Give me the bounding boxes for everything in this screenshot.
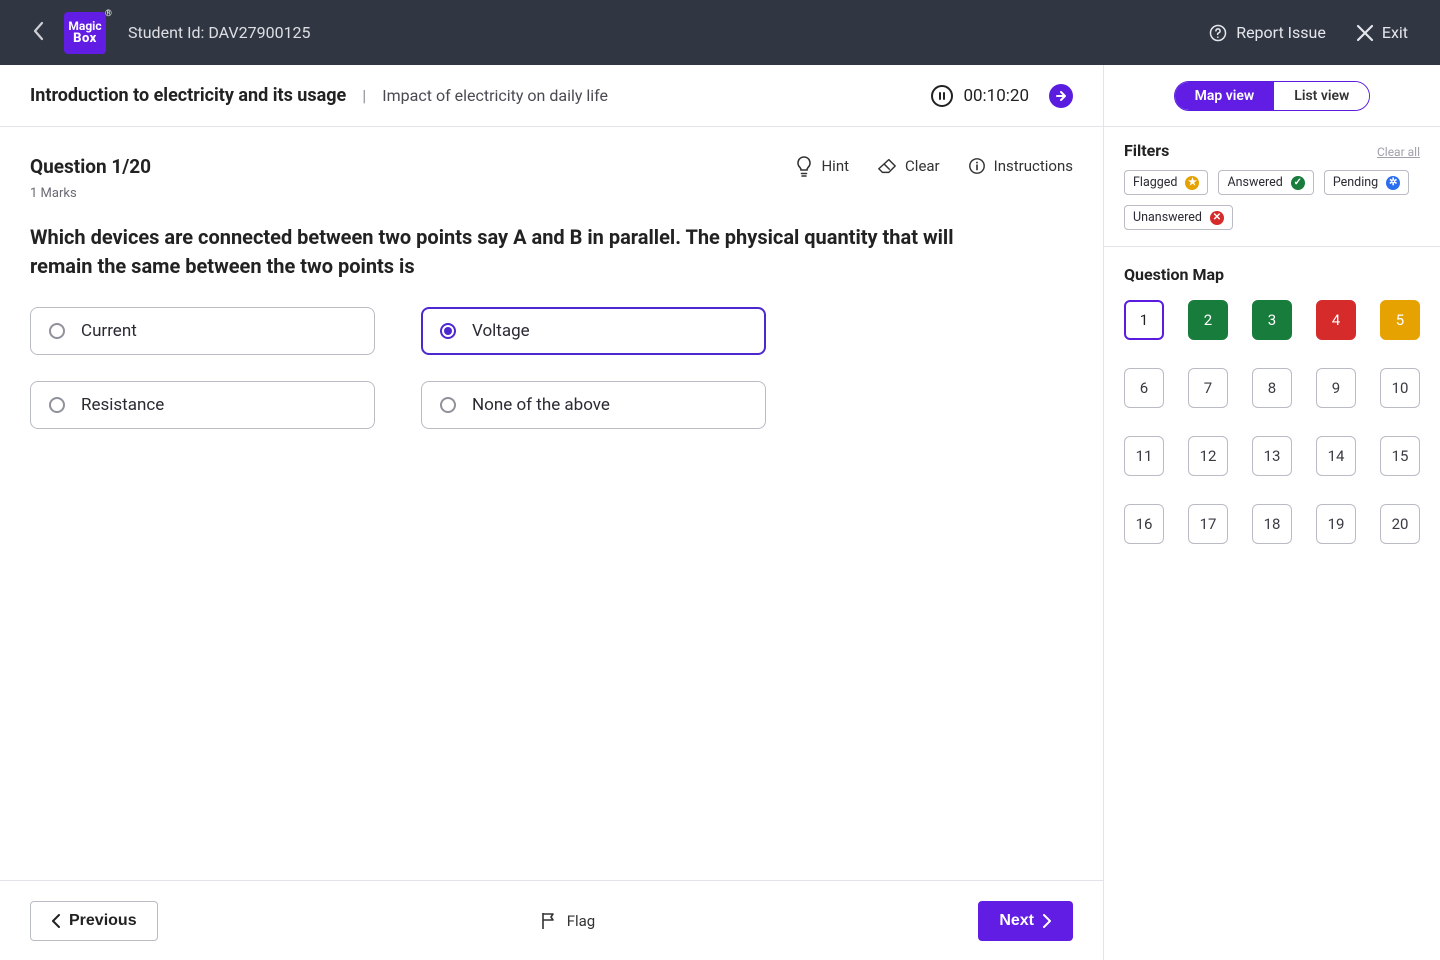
view-toggle: Map view List view bbox=[1174, 81, 1371, 111]
radio-icon bbox=[440, 397, 456, 413]
hint-label: Hint bbox=[821, 157, 849, 175]
brand-logo: Magic Box bbox=[64, 12, 106, 54]
clear-all-filters[interactable]: Clear all bbox=[1377, 145, 1420, 159]
radio-icon bbox=[440, 323, 456, 339]
flagged-dot-icon: ★ bbox=[1185, 176, 1199, 190]
filters-title: Filters bbox=[1124, 141, 1169, 160]
radio-icon bbox=[49, 397, 65, 413]
filters-panel: Filters Clear all Flagged ★ Answered ✓ Pendi… bbox=[1104, 127, 1440, 247]
bulb-icon bbox=[795, 155, 813, 177]
close-icon bbox=[1356, 24, 1374, 42]
sidebar: Map view List view Filters Clear all Fla… bbox=[1104, 65, 1440, 960]
options-grid: Current Voltage Resistance None of the abov… bbox=[30, 307, 1073, 429]
question-cell-2[interactable]: 2 bbox=[1188, 300, 1228, 340]
chevron-left-icon bbox=[32, 20, 46, 42]
option-3[interactable]: Resistance bbox=[30, 381, 375, 429]
option-label: Voltage bbox=[472, 321, 530, 341]
top-bar: Magic Box Student Id: DAV27900125 Report… bbox=[0, 0, 1440, 65]
option-label: None of the above bbox=[472, 395, 610, 415]
arrow-right-icon bbox=[1055, 90, 1067, 102]
content-column: Introduction to electricity and its usag… bbox=[0, 65, 1104, 960]
info-circle-icon bbox=[968, 157, 986, 175]
timer-value: 00:10:20 bbox=[963, 86, 1029, 106]
question-cell-4[interactable]: 4 bbox=[1316, 300, 1356, 340]
question-text: Which devices are connected between two … bbox=[30, 223, 980, 281]
clear-label: Clear bbox=[905, 157, 940, 175]
timer: 00:10:20 bbox=[931, 85, 1029, 107]
question-cell-5[interactable]: 5 bbox=[1380, 300, 1420, 340]
question-cell-8[interactable]: 8 bbox=[1252, 368, 1292, 408]
question-cell-6[interactable]: 6 bbox=[1124, 368, 1164, 408]
flag-label: Flag bbox=[567, 912, 596, 930]
report-issue-label: Report Issue bbox=[1236, 23, 1326, 42]
breadcrumb-divider: | bbox=[362, 86, 366, 105]
question-cell-20[interactable]: 20 bbox=[1380, 504, 1420, 544]
question-cell-1[interactable]: 1 bbox=[1124, 300, 1164, 340]
question-cell-3[interactable]: 3 bbox=[1252, 300, 1292, 340]
filter-chip-flagged[interactable]: Flagged ★ bbox=[1124, 170, 1208, 195]
question-cell-18[interactable]: 18 bbox=[1252, 504, 1292, 544]
previous-label: Previous bbox=[69, 912, 137, 930]
next-label: Next bbox=[999, 912, 1034, 930]
list-view-tab[interactable]: List view bbox=[1274, 82, 1369, 110]
question-cell-13[interactable]: 13 bbox=[1252, 436, 1292, 476]
question-cell-9[interactable]: 9 bbox=[1316, 368, 1356, 408]
question-cell-12[interactable]: 12 bbox=[1188, 436, 1228, 476]
exit-label: Exit bbox=[1382, 23, 1408, 42]
help-circle-icon bbox=[1208, 23, 1228, 43]
option-2[interactable]: Voltage bbox=[421, 307, 766, 355]
chip-label: Pending bbox=[1333, 175, 1378, 190]
option-label: Resistance bbox=[81, 395, 164, 415]
chip-label: Unanswered bbox=[1133, 210, 1202, 225]
chevron-left-icon bbox=[51, 914, 61, 928]
filter-chip-answered[interactable]: Answered ✓ bbox=[1218, 170, 1313, 195]
question-cell-17[interactable]: 17 bbox=[1188, 504, 1228, 544]
clear-button[interactable]: Clear bbox=[877, 157, 940, 175]
question-cell-11[interactable]: 11 bbox=[1124, 436, 1164, 476]
question-cell-14[interactable]: 14 bbox=[1316, 436, 1356, 476]
course-title: Introduction to electricity and its usag… bbox=[30, 85, 346, 106]
question-map-panel: Question Map 123456789101112131415161718… bbox=[1104, 247, 1440, 562]
collapse-sidebar-button[interactable] bbox=[1049, 84, 1073, 108]
flag-button[interactable]: Flag bbox=[158, 912, 979, 930]
question-cell-15[interactable]: 15 bbox=[1380, 436, 1420, 476]
question-cell-10[interactable]: 10 bbox=[1380, 368, 1420, 408]
pause-icon[interactable] bbox=[931, 85, 953, 107]
question-cell-7[interactable]: 7 bbox=[1188, 368, 1228, 408]
option-4[interactable]: None of the above bbox=[421, 381, 766, 429]
answered-dot-icon: ✓ bbox=[1291, 176, 1305, 190]
student-id-label: Student Id: DAV27900125 bbox=[128, 23, 311, 42]
option-1[interactable]: Current bbox=[30, 307, 375, 355]
instructions-label: Instructions bbox=[994, 157, 1073, 175]
previous-button[interactable]: Previous bbox=[30, 901, 158, 941]
course-subtitle: Impact of electricity on daily life bbox=[382, 86, 608, 105]
back-button[interactable] bbox=[32, 20, 46, 46]
question-cell-19[interactable]: 19 bbox=[1316, 504, 1356, 544]
next-button[interactable]: Next bbox=[978, 901, 1073, 941]
radio-icon bbox=[49, 323, 65, 339]
question-number: Question 1/20 bbox=[30, 155, 151, 178]
chip-label: Flagged bbox=[1133, 175, 1177, 190]
chip-label: Answered bbox=[1227, 175, 1282, 190]
flag-icon bbox=[541, 912, 557, 930]
filter-chip-pending[interactable]: Pending ✲ bbox=[1324, 170, 1409, 195]
question-marks: 1 Marks bbox=[30, 186, 151, 201]
instructions-button[interactable]: Instructions bbox=[968, 157, 1073, 175]
question-map-title: Question Map bbox=[1124, 265, 1420, 284]
pending-dot-icon: ✲ bbox=[1386, 176, 1400, 190]
footer: Previous Flag Next bbox=[0, 880, 1103, 960]
question-cell-16[interactable]: 16 bbox=[1124, 504, 1164, 544]
hint-button[interactable]: Hint bbox=[795, 155, 849, 177]
filter-chip-unanswered[interactable]: Unanswered ✕ bbox=[1124, 205, 1233, 230]
unanswered-dot-icon: ✕ bbox=[1210, 211, 1224, 225]
exit-button[interactable]: Exit bbox=[1356, 23, 1408, 42]
option-label: Current bbox=[81, 321, 137, 341]
eraser-icon bbox=[877, 157, 897, 175]
chevron-right-icon bbox=[1042, 914, 1052, 928]
map-view-tab[interactable]: Map view bbox=[1175, 82, 1275, 110]
sub-header: Introduction to electricity and its usag… bbox=[0, 65, 1103, 127]
logo-text-bottom: Box bbox=[73, 32, 97, 45]
report-issue-button[interactable]: Report Issue bbox=[1208, 23, 1326, 43]
